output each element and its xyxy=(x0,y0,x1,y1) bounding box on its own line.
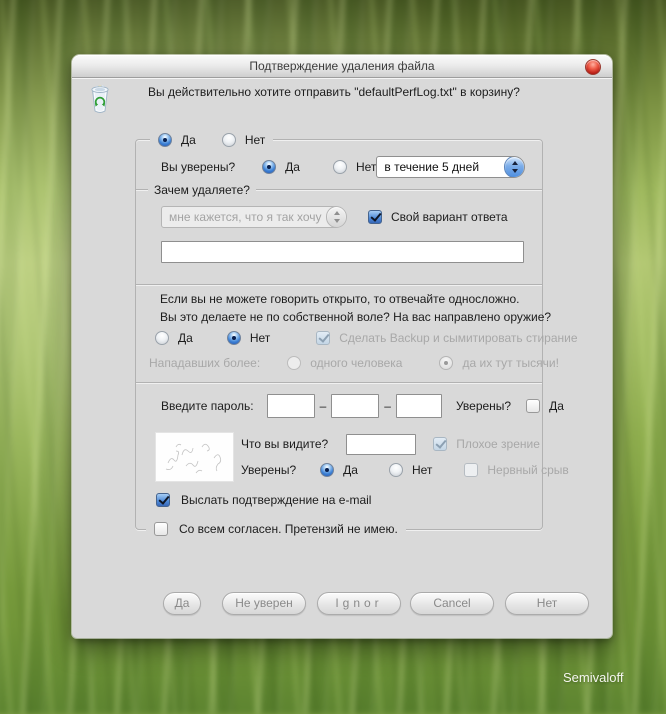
section-divider xyxy=(136,382,542,384)
captcha-question-label: Что вы видите? xyxy=(241,436,329,451)
nervous-breakdown-label: Нервный срыв xyxy=(487,462,569,477)
sure-label: Вы уверены? xyxy=(161,159,236,174)
password-separator: – xyxy=(384,398,391,413)
coercion-no-radio[interactable] xyxy=(226,331,241,345)
coercion-choice-row: Да Нет Сделать Backup и сымитировать сти… xyxy=(155,330,578,346)
coercion-yes-label: Да xyxy=(178,330,193,345)
attackers-row: Нападавших более: одного человека да их … xyxy=(149,355,559,371)
main-group-box: Да Нет Вы уверены? Да Нет в течение 5 дн… xyxy=(135,132,578,537)
password-sure-yes-label: Да xyxy=(549,398,564,413)
password-input-3[interactable] xyxy=(395,394,442,418)
watermark: Semivaloff xyxy=(563,670,624,685)
agree-legend: Со всем согласен. Претензий не имею. xyxy=(146,521,406,537)
main-yes-label: Да xyxy=(181,132,196,147)
coercion-line1: Если вы не можете говорить открыто, то о… xyxy=(160,292,520,306)
captcha-sure-label: Уверены? xyxy=(241,462,297,477)
own-answer-checkbox[interactable] xyxy=(368,210,382,224)
agree-checkbox[interactable] xyxy=(154,522,168,536)
email-label: Выслать подтверждение на e-mail xyxy=(181,492,372,507)
delete-confirmation-dialog: Подтверждение удаления файла Вы действит… xyxy=(72,55,612,638)
email-checkbox[interactable] xyxy=(156,493,170,507)
password-separator: – xyxy=(319,398,327,413)
reason-dropdown: мне кажется, что я так хочу xyxy=(161,206,347,228)
coercion-no-label: Нет xyxy=(249,330,271,345)
password-input-1[interactable] xyxy=(266,394,315,418)
updown-stepper-icon xyxy=(326,207,346,227)
updown-stepper-icon[interactable] xyxy=(504,157,525,177)
sure-yes-radio[interactable] xyxy=(262,160,277,174)
dialog-message: Вы действительно хотите отправить "defau… xyxy=(148,85,520,99)
backup-checkbox xyxy=(316,331,331,345)
ignore-button[interactable]: Ignor xyxy=(317,592,401,615)
sure-no-radio[interactable] xyxy=(332,160,347,174)
captcha-image xyxy=(156,433,233,481)
password-sure-label: Уверены? xyxy=(455,398,512,413)
captcha-sure-row: Уверены? Да Нет Нервный срыв xyxy=(241,462,569,478)
no-button[interactable]: Нет xyxy=(505,592,589,615)
cancel-button[interactable]: Cancel xyxy=(410,592,494,615)
close-icon[interactable] xyxy=(585,59,601,75)
captcha-sure-no-radio[interactable] xyxy=(388,463,403,477)
sure-row: Вы уверены? Да Нет в течение 5 дней xyxy=(161,156,525,178)
coercion-yes-radio[interactable] xyxy=(155,331,169,345)
recycle-bin-icon xyxy=(91,85,109,113)
captcha-sure-yes-radio[interactable] xyxy=(320,463,335,477)
section-divider xyxy=(136,284,542,286)
backup-label: Сделать Backup и сымитировать стирание xyxy=(339,330,578,345)
duration-dropdown[interactable]: в течение 5 дней xyxy=(376,156,525,178)
captcha-answer-input[interactable] xyxy=(346,433,417,455)
reason-section-divider: Зачем удаляете? xyxy=(136,182,542,198)
main-no-radio[interactable] xyxy=(221,133,236,147)
attackers-one-label: одного человека xyxy=(310,355,403,370)
coercion-line2: Вы это делаете не по собственной воле? Н… xyxy=(160,310,552,324)
captcha-sure-no-label: Нет xyxy=(411,462,433,477)
captcha-question-row: Что вы видите? Плохое зрение xyxy=(241,433,540,455)
attackers-thousands-radio xyxy=(439,356,454,370)
bad-vision-checkbox xyxy=(433,437,448,451)
attackers-one-radio xyxy=(287,356,302,370)
reason-row: мне кажется, что я так хочу Свой вариант… xyxy=(161,206,508,228)
password-row: Введите пароль: – – Уверены? Да xyxy=(161,394,564,418)
main-yes-radio[interactable] xyxy=(158,133,172,147)
main-choice-legend: Да Нет xyxy=(150,132,274,148)
password-sure-checkbox[interactable] xyxy=(526,399,541,413)
nervous-breakdown-checkbox xyxy=(464,463,479,477)
captcha-sure-yes-label: Да xyxy=(343,462,358,477)
reason-legend: Зачем удаляете? xyxy=(148,182,256,198)
main-no-label: Нет xyxy=(244,132,266,147)
not-sure-button[interactable]: Не уверен xyxy=(222,592,306,615)
custom-answer-input[interactable] xyxy=(161,241,524,263)
captcha-scribbles-icon xyxy=(165,443,222,474)
agree-label: Со всем согласен. Претензий не имею. xyxy=(179,521,398,536)
window-title: Подтверждение удаления файла xyxy=(249,59,435,73)
attackers-thousands-label: да их тут тысячи! xyxy=(462,355,559,370)
bad-vision-label: Плохое зрение xyxy=(456,436,540,451)
password-input-2[interactable] xyxy=(331,394,380,418)
attackers-label: Нападавших более: xyxy=(149,355,261,370)
sure-yes-label: Да xyxy=(285,159,300,174)
reason-dropdown-value: мне кажется, что я так хочу xyxy=(169,210,322,224)
password-label: Введите пароль: xyxy=(161,398,254,413)
duration-dropdown-value: в течение 5 дней xyxy=(384,160,480,174)
yes-button[interactable]: Да xyxy=(163,592,201,615)
email-row: Выслать подтверждение на e-mail xyxy=(156,492,371,508)
title-bar: Подтверждение удаления файла xyxy=(72,55,612,78)
sure-no-label: Нет xyxy=(355,159,377,174)
own-answer-label: Свой вариант ответа xyxy=(391,209,508,224)
